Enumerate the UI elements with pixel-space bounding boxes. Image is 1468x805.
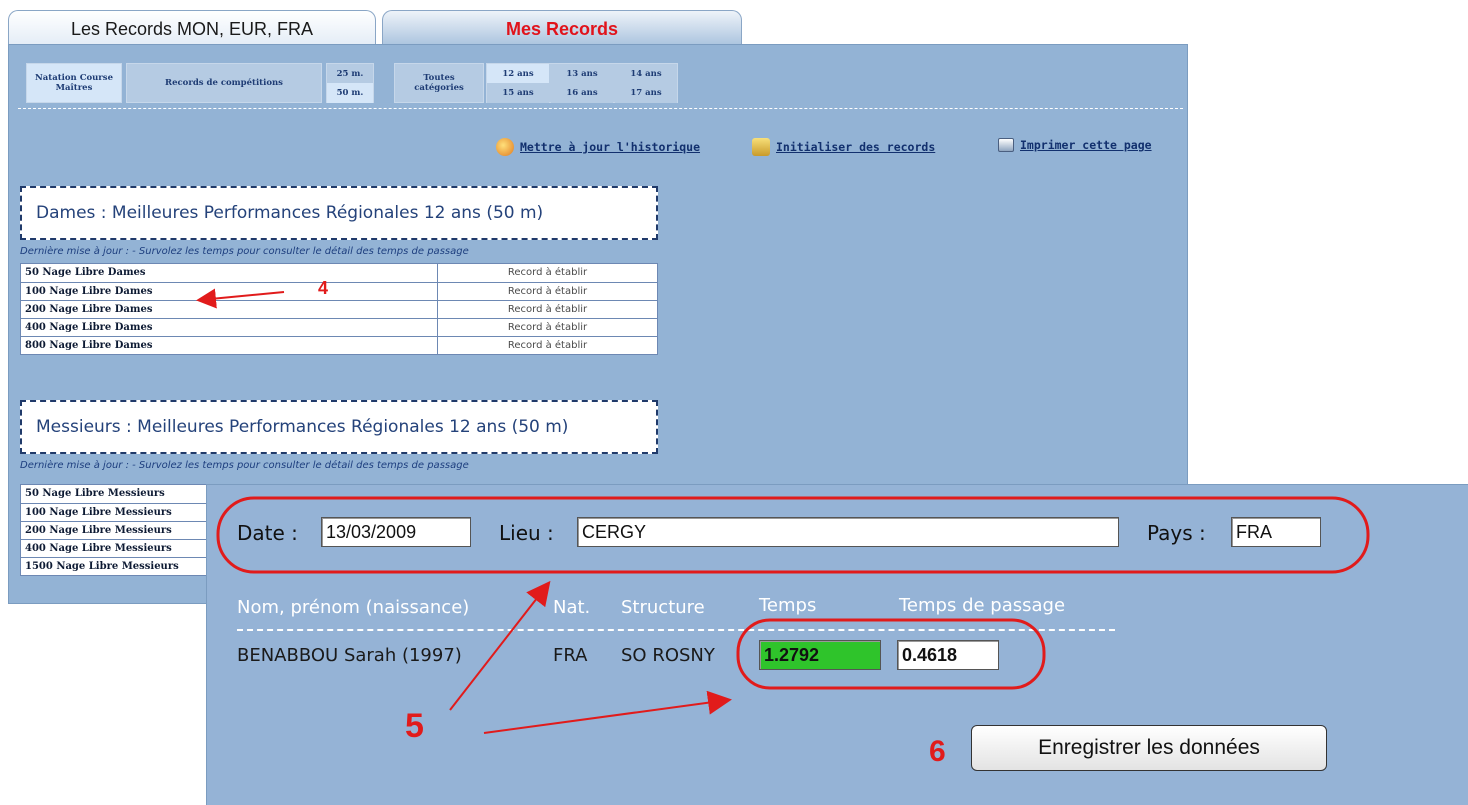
record-value: Record à établir [507, 267, 588, 278]
col-name-header: Nom, prénom (naissance) [237, 597, 470, 618]
filter-record-type[interactable]: Records de compétitions [126, 63, 322, 103]
filter-pool: 25 m. 50 m. [326, 63, 374, 103]
date-label: Date : [237, 521, 298, 545]
printer-icon [998, 138, 1014, 152]
time-field[interactable]: 1.2792 [759, 640, 881, 670]
men-section-title: Messieurs : Meilleures Performances Régi… [20, 400, 658, 454]
date-field[interactable]: 13/03/2009 [321, 517, 471, 547]
filter-age-16[interactable]: 16 ans [551, 83, 613, 103]
record-value: Record à établir [507, 340, 588, 351]
filter-record-type-label: Records de compétitions [165, 78, 283, 88]
event-name[interactable]: 800 Nage Libre Dames [21, 337, 438, 354]
filter-age-17[interactable]: 17 ans [615, 83, 677, 103]
record-value: Record à établir [507, 286, 588, 297]
filter-age-14[interactable]: 14 ans [615, 64, 677, 84]
split-time-field[interactable]: 0.4618 [897, 640, 999, 670]
swimmer-club: SO ROSNY [621, 645, 715, 666]
event-name[interactable]: 400 Nage Libre Dames [21, 319, 438, 336]
print-page-link[interactable]: Imprimer cette page [998, 138, 1152, 152]
records-icon [752, 138, 770, 156]
table-row: 50 Nage Libre Dames Record à établir [21, 264, 657, 282]
init-records-link[interactable]: Initialiser des records [752, 138, 935, 156]
tab-records-mon-eur-fra[interactable]: Les Records MON, EUR, FRA [8, 10, 376, 46]
header-divider [237, 629, 1115, 631]
table-row: 200 Nage Libre Dames Record à établir [21, 300, 657, 318]
men-section-subtitle: Dernière mise à jour : - Survolez les te… [20, 460, 469, 471]
place-field[interactable]: CERGY [577, 517, 1119, 547]
filter-pool-25[interactable]: 25 m. [327, 64, 373, 84]
save-data-button[interactable]: Enregistrer les données [971, 725, 1327, 771]
print-page-label: Imprimer cette page [1020, 138, 1152, 152]
table-row: 100 Nage Libre Dames Record à établir [21, 282, 657, 300]
filter-age-12[interactable]: 12 ans [487, 64, 549, 84]
col-nat-header: Nat. [553, 597, 591, 618]
col-split-header: Temps de passage [899, 595, 1066, 616]
col-time-header: Temps [759, 595, 817, 616]
init-records-label: Initialiser des records [776, 140, 936, 154]
ladies-section-title: Dames : Meilleures Performances Régional… [20, 186, 658, 240]
step-5-marker: 5 [405, 707, 424, 745]
place-label: Lieu : [499, 521, 554, 545]
history-icon [496, 138, 514, 156]
update-history-label: Mettre à jour l'historique [520, 140, 701, 154]
col-structure-header: Structure [621, 597, 705, 618]
filter-age-15[interactable]: 15 ans [487, 83, 549, 103]
tab-bar: Les Records MON, EUR, FRA Mes Records [8, 10, 742, 46]
update-history-link[interactable]: Mettre à jour l'historique [496, 138, 700, 156]
record-entry-form: Date : 13/03/2009 Lieu : CERGY Pays : FR… [206, 484, 1468, 805]
ladies-section-subtitle: Dernière mise à jour : - Survolez les te… [20, 246, 469, 257]
filter-discipline-line1: Natation Course [35, 73, 113, 83]
event-name[interactable]: 200 Nage Libre Dames [21, 301, 438, 318]
ladies-records-table: 50 Nage Libre Dames Record à établir 100… [20, 263, 658, 355]
filter-discipline[interactable]: Natation Course Maîtres [26, 63, 122, 103]
country-label: Pays : [1147, 521, 1206, 545]
country-field[interactable]: FRA [1231, 517, 1321, 547]
filter-pool-50[interactable]: 50 m. [327, 83, 373, 103]
table-row: 800 Nage Libre Dames Record à établir [21, 336, 657, 354]
step-4-marker: 4 [318, 278, 329, 298]
swimmer-nat: FRA [553, 645, 588, 666]
filter-all-categories-line2: catégories [414, 83, 464, 93]
event-name[interactable]: 50 Nage Libre Dames [21, 264, 438, 282]
filter-ages: 12 ans 13 ans 14 ans 15 ans 16 ans 17 an… [486, 63, 678, 103]
filter-age-13[interactable]: 13 ans [551, 64, 613, 84]
filter-all-categories[interactable]: Toutes catégories [394, 63, 484, 103]
record-value: Record à établir [507, 322, 588, 333]
divider [18, 108, 1183, 109]
table-row: 400 Nage Libre Dames Record à établir [21, 318, 657, 336]
swimmer-name: BENABBOU Sarah (1997) [237, 645, 462, 666]
event-name[interactable]: 100 Nage Libre Dames [21, 283, 438, 300]
filter-discipline-line2: Maîtres [55, 83, 93, 93]
step-6-marker: 6 [929, 735, 946, 768]
tab-mes-records[interactable]: Mes Records [382, 10, 742, 46]
record-value: Record à établir [507, 304, 588, 315]
filter-all-categories-line1: Toutes [423, 73, 455, 83]
